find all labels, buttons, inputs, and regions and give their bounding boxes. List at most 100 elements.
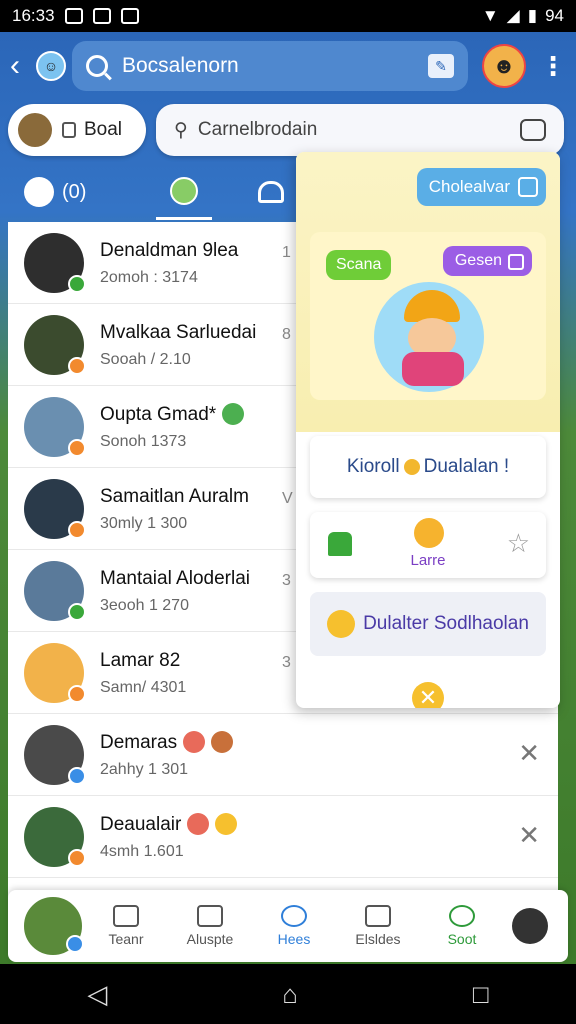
tab-people[interactable]: [156, 164, 212, 220]
secondary-search-text: Carnelbrodain: [197, 119, 318, 140]
chat-avatar: [24, 642, 86, 703]
tv-icon: [113, 905, 139, 927]
chat-avatar: [24, 232, 86, 293]
tab-all[interactable]: (0): [24, 177, 144, 207]
chat-avatar: [24, 396, 86, 457]
chat-subtitle: Sonoh 1373: [100, 432, 187, 450]
pill-avatar: [18, 113, 52, 147]
status-time: 16:33: [12, 6, 55, 25]
filter-pill-label: Boal: [84, 119, 123, 140]
home-icon[interactable]: ⌂: [282, 979, 298, 1010]
chat-action-label: Cholealvar: [428, 177, 510, 196]
smile-emoji-icon: [327, 609, 356, 638]
top-search-bar[interactable]: Bocsalenorn ✎: [72, 41, 468, 91]
person-icon: [281, 905, 307, 927]
status-dot: [66, 935, 84, 953]
promo-card[interactable]: Kioroll Dualalan !: [310, 436, 546, 498]
card-icon: [197, 905, 223, 927]
system-nav-bar: ◁ ⌂ □: [0, 964, 576, 1024]
document-icon: [62, 122, 76, 138]
mascot-body: [402, 352, 464, 386]
chat-row[interactable]: Deaualair 4smh 1.601 ✕: [8, 796, 558, 878]
status-dot: [68, 766, 86, 785]
chat-avatar: [24, 478, 86, 539]
status-card-text: Dulalter Sodlhaolan: [363, 613, 529, 634]
chat-meta: V: [282, 490, 293, 507]
back-arrow-icon[interactable]: ‹: [10, 49, 36, 83]
nav-item[interactable]: Aluspte: [168, 905, 252, 947]
nav-item[interactable]: Teanr: [84, 905, 168, 947]
chat-name: Mvalkaa Sarluedai: [100, 321, 257, 343]
reaction-card: Larre ☆: [310, 512, 546, 578]
status-bar: 16:33 ▼ ◢ ▮ 94: [0, 0, 576, 32]
chat-name: Samaitlan Auralm: [100, 485, 249, 507]
top-search-text: Bocsalenorn: [122, 54, 239, 77]
profile-avatar[interactable]: ☻: [482, 44, 526, 88]
chat-subtitle: 2omoh : 3174: [100, 268, 198, 286]
face-emoji-icon: [183, 731, 206, 754]
filter-pill[interactable]: Boal: [8, 104, 146, 156]
battery-icon: ▮: [527, 6, 538, 25]
grid-icon: [365, 905, 391, 927]
chat-avatar: [24, 314, 86, 375]
close-icon[interactable]: ✕: [412, 682, 444, 708]
chat-name: Oupta Gmad*: [100, 403, 245, 427]
star-icon[interactable]: ☆: [507, 528, 530, 559]
chat-avatar: [24, 560, 86, 621]
recents-icon[interactable]: □: [473, 979, 489, 1010]
emoji-reaction-icon[interactable]: [414, 518, 444, 548]
tab-row: (0): [8, 164, 308, 220]
coin-icon: [403, 458, 420, 475]
mascot-tab-icon: [24, 177, 54, 207]
chat-name: Lamar 82: [100, 649, 181, 671]
notification-icon: [64, 8, 83, 24]
bottom-avatar[interactable]: [22, 895, 84, 957]
chat-row[interactable]: Demaras 2ahhy 1 301 ✕: [8, 714, 558, 796]
status-dot: [68, 684, 86, 703]
chat-name: Demaras: [100, 731, 234, 755]
nav-item[interactable]: Elsldes: [336, 905, 420, 947]
dismiss-icon[interactable]: ✕: [518, 738, 540, 769]
user-avatar[interactable]: [512, 908, 548, 944]
status-dot: [68, 274, 86, 293]
popup-panel: Cholealvar Scana Gesen Kioroll Dualalan !…: [296, 152, 560, 708]
chat-subtitle: 3eooh 1 270: [100, 596, 189, 614]
tab-home-icon[interactable]: [258, 181, 284, 203]
chat-subtitle: 2ahhy 1 301: [100, 760, 189, 778]
speech-bubble-left: Scana: [326, 250, 392, 280]
status-dot: [68, 602, 86, 621]
secondary-search-input[interactable]: ⚲ Carnelbrodain: [156, 104, 564, 156]
chat-subtitle: 4smh 1.601: [100, 842, 184, 860]
chat-bubble-icon: [449, 905, 475, 927]
green-emoji-icon: [222, 403, 245, 426]
chat-compose-icon[interactable]: ✎: [428, 54, 454, 78]
battery-level: 94: [545, 6, 564, 25]
mail-icon: [120, 8, 139, 24]
illustration: Scana Gesen: [310, 232, 546, 400]
chat-subtitle: Sooah / 2.10: [100, 350, 191, 368]
back-icon[interactable]: ◁: [87, 979, 107, 1010]
camera-icon[interactable]: [520, 119, 546, 141]
status-card[interactable]: Dulalter Sodlhaolan: [310, 592, 546, 656]
speech-bubble-right: Gesen: [442, 246, 532, 276]
app-screen: ‹ ☺ Bocsalenorn ✎ ☻ ⋮ Boal ⚲ Carnelbroda…: [0, 32, 576, 964]
nav-item[interactable]: Soot: [420, 905, 504, 947]
bottom-nav: Teanr Aluspte Hees Elsldes Soot: [8, 890, 568, 962]
chat-subtitle: Samn/ 4301: [100, 678, 187, 696]
chat-action-button[interactable]: Cholealvar: [416, 168, 546, 206]
chat-avatar: [24, 806, 86, 867]
person-tab-icon: [170, 176, 198, 205]
chat-name: Mantaial Aloderlai: [100, 567, 250, 589]
status-dot: [68, 438, 86, 457]
search-icon: [86, 55, 108, 77]
more-options-icon[interactable]: ⋮: [540, 51, 566, 82]
smile-emoji-icon: [215, 813, 238, 836]
status-dot: [68, 848, 86, 867]
nav-item-active[interactable]: Hees: [252, 905, 336, 947]
dismiss-icon[interactable]: ✕: [518, 820, 540, 851]
chat-meta: 3: [282, 654, 291, 671]
chat-name: Deaualair: [100, 813, 238, 837]
wifi-icon: ▼: [481, 6, 499, 25]
mascot-icon: ☺: [36, 51, 66, 81]
chat-avatar: [24, 724, 86, 785]
